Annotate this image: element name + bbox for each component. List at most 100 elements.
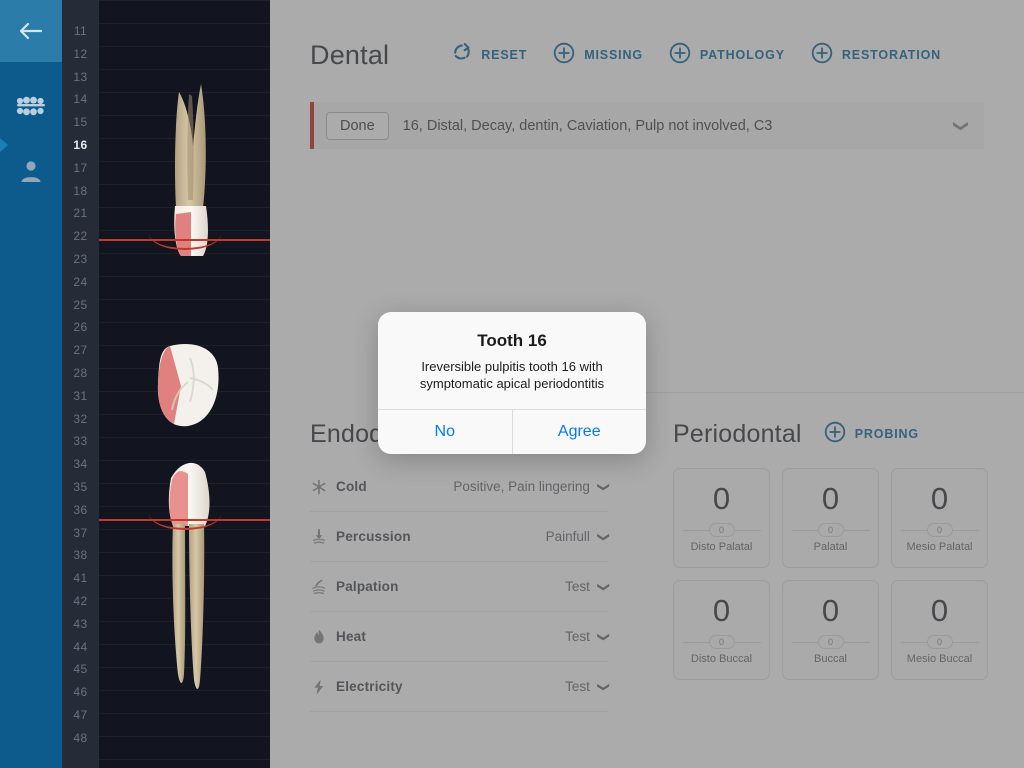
tooth-number-28[interactable]: 28 [62,362,99,385]
tooth-number-45[interactable]: 45 [62,658,99,681]
endodontic-test-label: Electricity [336,679,403,694]
periodontal-label: Disto Palatal [690,541,753,553]
reset-button[interactable]: RESET [451,42,527,68]
diagnosis-text: 16, Distal, Decay, dentin, Caviation, Pu… [402,117,773,134]
periodontal-grid: 0 0 Disto Palatal 0 0 Palatal 0 0 Mesio Palatal 0… [673,468,990,680]
tooth-number-23[interactable]: 23 [62,248,99,271]
endodontic-test-value: Test [565,579,590,594]
periodontal-card[interactable]: 0 0 Palatal [782,468,879,568]
periodontal-card[interactable]: 0 0 Buccal [782,580,879,680]
tooth-number-31[interactable]: 31 [62,385,99,408]
gumline-upper [99,239,270,250]
missing-button[interactable]: MISSING [553,42,643,69]
reset-label: RESET [481,48,528,62]
flame-icon [310,628,336,646]
tooth-number-27[interactable]: 27 [62,339,99,362]
tooth-number-24[interactable]: 24 [62,271,99,294]
endodontic-row-percussion[interactable]: Percussion Painfull ❯ [310,512,611,562]
tooth-number-41[interactable]: 41 [62,567,99,590]
tooth-number-11[interactable]: 11 [62,20,99,43]
meter-line-left [900,641,927,643]
tooth-number-22[interactable]: 22 [62,225,99,248]
percussion-icon [310,528,336,546]
periodontal-label: Mesio Buccal [906,653,973,665]
tooth-number-46[interactable]: 46 [62,681,99,704]
chevron-down-icon[interactable]: ❯ [597,531,611,541]
tooth-number-25[interactable]: 25 [62,294,99,317]
tooth-number-36[interactable]: 36 [62,499,99,522]
endodontic-test-value: Test [565,629,590,644]
tooth-number-26[interactable]: 26 [62,316,99,339]
tooth-number-14[interactable]: 14 [62,88,99,111]
dialog-actions: No Agree [378,408,647,454]
meter-line-left [682,641,709,643]
tooth-number-43[interactable]: 43 [62,613,99,636]
periodontal-value: 0 [712,593,731,628]
endodontic-test-label: Heat [336,629,367,644]
periodontal-pill: 0 [708,635,735,649]
chevron-down-icon[interactable]: ❯ [597,631,611,641]
chevron-down-icon[interactable]: ❯ [953,119,971,132]
tooth-number-17[interactable]: 17 [62,157,99,180]
tooth-number-33[interactable]: 33 [62,430,99,453]
tooth-number-32[interactable]: 32 [62,408,99,431]
restoration-button[interactable]: RESTORATION [811,42,941,69]
tooth-number-16[interactable]: 16 [62,134,99,157]
endodontic-row-palpation[interactable]: Palpation Test ❯ [310,562,611,612]
tooth-number-47[interactable]: 47 [62,704,99,727]
header-actions: RESET MISSING PATHOLOGY RESTORATION [451,42,967,69]
probing-button[interactable]: PROBING [824,421,919,448]
page-title: Dental [310,39,390,70]
tooth-number-18[interactable]: 18 [62,180,99,203]
endodontic-row-electricity[interactable]: Electricity Test ❯ [310,662,611,712]
periodontal-meter: 0 [900,635,979,649]
agree-button[interactable]: Agree [513,410,647,454]
periodontal-card[interactable]: 0 0 Disto Buccal [673,580,770,680]
periodontal-label: Mesio Palatal [906,541,973,553]
endodontic-test-value: Positive, Pain lingering [453,479,590,494]
periodontal-card[interactable]: 0 0 Mesio Palatal [891,468,988,568]
meter-line-left [900,529,927,531]
missing-label: MISSING [584,48,643,62]
meter-line-left [791,641,818,643]
tooth-number-37[interactable]: 37 [62,522,99,545]
tooth-number-35[interactable]: 35 [62,476,99,499]
tooth-number-13[interactable]: 13 [62,66,99,89]
dialog-title: Tooth 16 [477,331,547,350]
chevron-down-icon[interactable]: ❯ [597,681,611,691]
periodontal-card[interactable]: 0 0 Mesio Buccal [891,580,988,680]
tooth-number-12[interactable]: 12 [62,43,99,66]
dental-header: Dental RESET MISSING PATHOLOGY RESTORATI… [310,28,984,82]
periodontal-value: 0 [930,481,949,516]
tooth-number-15[interactable]: 15 [62,111,99,134]
sidebar-item-dental-chart[interactable] [0,76,62,138]
diagnosis-row[interactable]: Done 16, Distal, Decay, dentin, Caviatio… [310,102,984,149]
chevron-down-icon[interactable]: ❯ [597,481,611,491]
meter-line-right [952,529,979,531]
tooth-number-42[interactable]: 42 [62,590,99,613]
gumline-lower [99,519,270,530]
meter-line-right [843,529,870,531]
back-button[interactable] [0,0,62,62]
periodontal-value: 0 [712,481,731,516]
periodontal-card[interactable]: 0 0 Disto Palatal [673,468,770,568]
meter-line-right [734,641,761,643]
tooth-number-44[interactable]: 44 [62,636,99,659]
tooth-number-34[interactable]: 34 [62,453,99,476]
sidebar-item-patient[interactable] [0,140,62,202]
tooth-number-rail[interactable]: 11 12 13 14 15 16 17 18 21 22 23 24 25 26 27 28 31 32 33 34… [62,0,99,768]
pathology-button[interactable]: PATHOLOGY [669,42,785,69]
endodontic-row-heat[interactable]: Heat Test ❯ [310,612,611,662]
periodontal-label: Disto Buccal [690,653,753,665]
tooth-3d-viewport[interactable] [99,0,270,768]
chevron-down-icon[interactable]: ❯ [597,581,611,591]
tooth-number-38[interactable]: 38 [62,544,99,567]
tooth-number-21[interactable]: 21 [62,202,99,225]
tooth-view-buccal-lower [168,462,210,689]
tooth-number-48[interactable]: 48 [62,727,99,750]
app-root: 11 12 13 14 15 16 17 18 21 22 23 24 25 26 27 28 31 32 33 34… [0,0,1024,768]
dialog-message: Ireversible pulpitis tooth 16 with sympt… [419,359,605,391]
no-button[interactable]: No [378,409,513,454]
endodontic-row-cold[interactable]: Cold Positive, Pain lingering ❯ [310,462,611,512]
periodontal-pill: 0 [926,523,953,537]
